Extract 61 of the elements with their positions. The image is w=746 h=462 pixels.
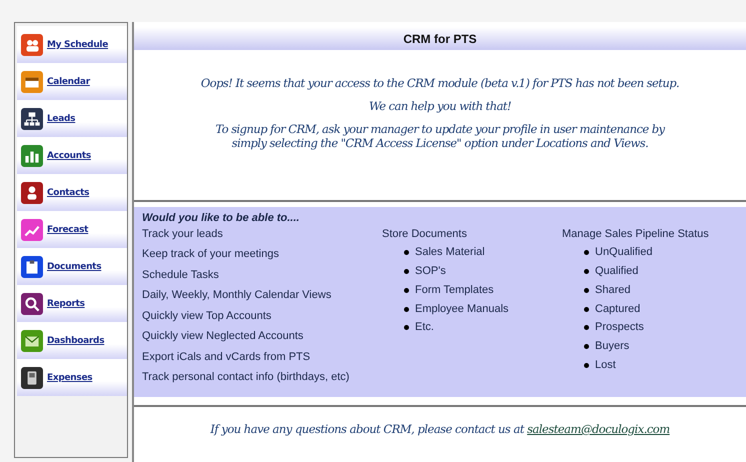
nav-link[interactable]: My Schedule — [47, 40, 108, 50]
list-item: Lost — [595, 359, 616, 374]
message-text: We can help you with that! — [368, 99, 512, 113]
list-item: Sales Material — [415, 246, 485, 260]
nav-link[interactable]: Expenses — [47, 372, 92, 382]
person-icon — [21, 182, 43, 204]
list-item: Etc. — [415, 321, 434, 336]
bullet-icon — [404, 250, 409, 256]
nav-link[interactable]: Forecast — [47, 224, 88, 234]
nav-link[interactable]: Documents — [47, 262, 102, 272]
feature-text: Track personal contact info (birthdays, etc) — [142, 371, 350, 385]
nav-link[interactable]: Reports — [47, 298, 85, 308]
nav-link[interactable]: Contacts — [47, 188, 90, 198]
panel-heading: Would you like to be able to.... — [142, 212, 300, 226]
list-title: Manage Sales Pipeline Status — [562, 228, 710, 242]
nav-link[interactable]: Accounts — [47, 150, 91, 160]
feature-text: Keep track of your meetings — [142, 248, 280, 262]
list-item: SOP's — [415, 265, 446, 280]
list-item: Prospects — [595, 321, 644, 336]
page-header: CRM for PTS — [134, 27, 746, 50]
bullet-icon — [404, 306, 409, 312]
line-chart-icon — [21, 218, 43, 240]
list-item: Shared — [595, 284, 630, 298]
feature-text: Export iCals and vCards from PTS — [142, 350, 312, 364]
list-item: UnQualified — [595, 246, 652, 260]
network-icon — [21, 108, 43, 130]
bullet-icon — [584, 288, 589, 293]
bullet-icon — [584, 306, 589, 312]
bar-chart-icon — [21, 144, 43, 166]
email-link[interactable]: salesteam@doculogix.com — [527, 422, 670, 436]
envelope-icon — [21, 330, 43, 352]
message-text: To signup for CRM, ask your manager to update your profile in user maintenance by simply selecting the "CRM Access License" option under Locations and Views. — [214, 122, 666, 150]
list-item: Buyers — [595, 340, 630, 354]
feature-text: Quickly view Neglected Accounts — [142, 330, 304, 344]
list-item: Form Templates — [415, 284, 494, 298]
list-item: Employee Manuals — [415, 302, 509, 317]
clipboard-icon — [21, 256, 43, 278]
nav-link[interactable]: Dashboards — [47, 336, 104, 346]
bullet-icon — [404, 269, 409, 274]
list-item: Captured — [595, 302, 640, 317]
bullet-icon — [584, 250, 589, 256]
bullet-icon — [584, 325, 589, 330]
magnifier-icon — [21, 292, 43, 314]
calendar-icon — [21, 70, 43, 92]
bullet-icon — [584, 363, 589, 368]
bullet-icon — [404, 288, 409, 293]
feature-text: Track your leads — [142, 228, 224, 242]
feature-text: Daily, Weekly, Monthly Calendar Views — [142, 289, 332, 303]
feature-text: Quickly view Top Accounts — [142, 310, 272, 324]
message-text: Oops! It seems that your access to the CRM module (beta v.1) for PTS has not been setup. — [200, 76, 680, 90]
nav-link[interactable]: Leads — [47, 114, 76, 124]
phone-icon — [21, 366, 43, 388]
bullet-icon — [584, 344, 589, 350]
nav-link[interactable]: Calendar — [47, 76, 90, 86]
list-item: Qualified — [595, 265, 638, 280]
contact-text: If you have any questions about CRM, please contact us at salesteam@doculogix.com — [210, 422, 670, 436]
bullet-icon — [404, 325, 409, 330]
feature-text: Schedule Tasks — [142, 268, 220, 282]
list-title: Store Documents — [382, 228, 468, 242]
bullet-icon — [584, 269, 589, 274]
people-icon — [21, 34, 43, 56]
